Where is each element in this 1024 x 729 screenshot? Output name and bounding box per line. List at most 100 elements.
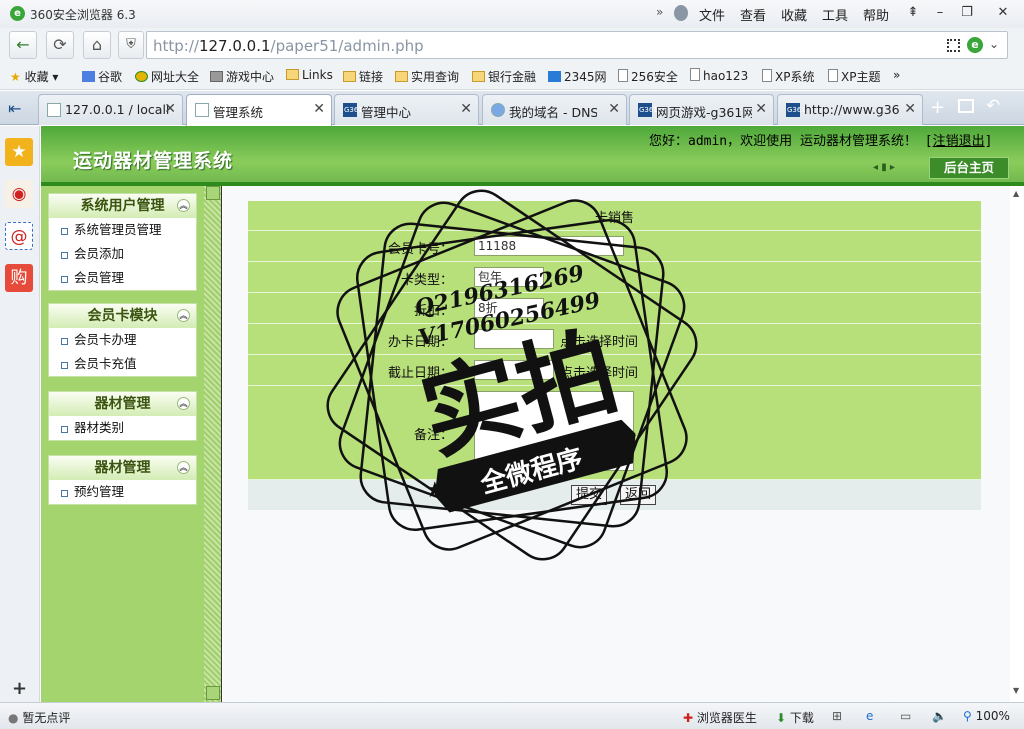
menu-view[interactable]: 查看 <box>740 5 766 24</box>
pin-window-button[interactable]: ⇞ <box>902 3 924 23</box>
mail-icon[interactable]: @ <box>5 222 33 250</box>
close-window-button[interactable]: ✕ <box>992 3 1014 23</box>
tab-web-game[interactable]: G361 网页游戏-g361网 ✕ <box>629 94 774 125</box>
discount-select[interactable]: 8折 <box>474 298 544 318</box>
bookmark-link-folder[interactable]: 链接 <box>343 68 383 85</box>
splitter-top-handle[interactable] <box>206 186 220 200</box>
logout-link[interactable]: 注销退出 <box>933 134 985 149</box>
back-button-form[interactable]: 返回 <box>620 485 657 505</box>
rating-status[interactable]: ● 暂无点评 <box>8 709 70 726</box>
menu-file[interactable]: 文件 <box>699 5 725 24</box>
card-type-select[interactable]: 包年 <box>474 267 544 287</box>
bookmark-256-safe[interactable]: 256安全 <box>618 68 678 85</box>
undo-close-icon[interactable]: ↶ <box>986 96 1000 116</box>
qr-code-icon[interactable] <box>947 39 960 52</box>
bookmark-game-center[interactable]: 游戏中心 <box>210 68 274 85</box>
tab-admin-system[interactable]: 管理系统 ✕ <box>186 94 332 126</box>
volume-icon[interactable]: 🔈 <box>932 709 947 723</box>
chevron-down-icon[interactable]: ⌄ <box>989 37 999 51</box>
bookmark-utility-search[interactable]: 实用查询 <box>395 68 459 85</box>
menu-favorites[interactable]: 收藏 <box>781 5 807 24</box>
menu-tools[interactable]: 工具 <box>822 5 848 24</box>
bookmark-google[interactable]: 谷歌 <box>82 68 122 85</box>
expire-date-input[interactable] <box>474 360 554 380</box>
collapse-icon[interactable]: ︽ <box>177 199 190 212</box>
window-icon[interactable]: ▭ <box>900 709 911 723</box>
tab-phpmyadmin[interactable]: 127.0.0.1 / locall ✕ <box>38 94 183 125</box>
nav-group-header[interactable]: 器材管理 ︽ <box>49 456 196 480</box>
issue-date-input[interactable] <box>474 329 554 349</box>
new-tab-icon[interactable]: + <box>930 97 945 118</box>
expire-date-hint[interactable]: 点击选择时间 <box>560 362 638 381</box>
ie-icon[interactable]: e <box>866 709 873 723</box>
collapse-icon[interactable]: ︽ <box>177 461 190 474</box>
bookmark-bank-finance[interactable]: 银行金融 <box>472 68 536 85</box>
star-icon[interactable]: ★ <box>5 138 33 166</box>
refresh-button[interactable]: ⟳ <box>46 31 74 59</box>
menu-help[interactable]: 帮助 <box>863 5 889 24</box>
nav-item-booking-management[interactable]: 预约管理 <box>49 480 196 504</box>
bookmarks-more-icon[interactable]: » <box>893 68 900 82</box>
weibo-icon[interactable]: ◉ <box>5 180 33 208</box>
download-button[interactable]: ⬇ 下载 <box>776 709 814 726</box>
nav-item-member-add[interactable]: 会员添加 <box>49 242 196 266</box>
bookmark-favorites[interactable]: ★ 收藏 ▾ <box>10 68 58 85</box>
close-tab-icon[interactable]: ✕ <box>608 101 620 117</box>
issue-date-hint[interactable]: 点击选择时间 <box>560 331 638 350</box>
bookmark-xp-theme[interactable]: XP主题 <box>828 68 880 85</box>
submit-button[interactable]: 提交 <box>571 485 608 505</box>
chevron-right-icon[interactable]: » <box>656 5 663 19</box>
tab-admin-center[interactable]: G361 管理中心 ✕ <box>334 94 479 125</box>
url-prefix: http:// <box>153 37 199 55</box>
bookmark-xp-system[interactable]: XP系统 <box>762 68 814 85</box>
nav-item-card-recharge[interactable]: 会员卡充值 <box>49 352 196 376</box>
collapse-icon[interactable]: ︽ <box>177 309 190 322</box>
close-tab-icon[interactable]: ✕ <box>313 101 325 117</box>
collapse-icon[interactable]: ︽ <box>177 397 190 410</box>
nav-group-header[interactable]: 会员卡模块 ︽ <box>49 304 196 328</box>
bookmark-2345[interactable]: 2345网 <box>548 68 607 85</box>
address-input[interactable]: http://127.0.0.1/paper51/admin.php e ⌄ <box>146 31 1008 59</box>
bookmark-label: 谷歌 <box>98 70 123 84</box>
bookmark-links[interactable]: Links <box>286 68 333 82</box>
user-avatar-icon[interactable] <box>674 5 688 21</box>
close-tab-icon[interactable]: ✕ <box>164 101 176 117</box>
bookmark-hao123[interactable]: hao123 <box>690 68 748 83</box>
frame-splitter[interactable] <box>204 186 222 702</box>
shopping-icon[interactable]: 购 <box>5 264 33 292</box>
bookmark-site-directory[interactable]: 网址大全 <box>135 68 199 85</box>
browser-doctor[interactable]: ✚ 浏览器医生 <box>683 709 757 726</box>
tab-g361-url[interactable]: G361 http://www.g361 ✕ <box>777 94 923 125</box>
zoom-control[interactable]: ⚲ 100% <box>963 709 1010 723</box>
restore-button[interactable]: ❐ <box>956 3 978 23</box>
menu-scroll-arrows[interactable]: ◂ ▮ ▸ <box>873 162 895 173</box>
scroll-up-icon[interactable]: ▲ <box>1013 189 1019 198</box>
nav-group-header[interactable]: 系统用户管理 ︽ <box>49 194 196 218</box>
tab-my-domain[interactable]: 我的域名 - DNSP ✕ <box>482 94 627 125</box>
scroll-down-icon[interactable]: ▼ <box>1013 686 1019 695</box>
close-tab-icon[interactable]: ✕ <box>460 101 472 117</box>
home-button[interactable]: ⌂ <box>83 31 111 59</box>
ie-mode-icon[interactable]: e <box>967 37 983 53</box>
splitter-bottom-handle[interactable] <box>206 686 220 700</box>
tab-list-icon[interactable] <box>958 99 974 113</box>
member-card-input[interactable]: 11188 <box>474 236 624 256</box>
backend-home-button[interactable]: 后台主页 <box>929 157 1009 179</box>
nav-group-header[interactable]: 器材管理 ︽ <box>49 392 196 416</box>
compat-mode-icon[interactable]: ⊞ <box>832 709 842 723</box>
remark-textarea[interactable] <box>474 391 634 471</box>
nav-item-member-management[interactable]: 会员管理 <box>49 266 196 290</box>
minimize-button[interactable]: – <box>929 3 951 23</box>
nav-item-card-issue[interactable]: 会员卡办理 <box>49 328 196 352</box>
sidebar-toggle-icon[interactable]: ⇤ <box>8 99 21 118</box>
bookmark-label: 收藏 <box>24 70 49 84</box>
add-sidebar-item-icon[interactable]: + <box>12 678 27 699</box>
close-tab-icon[interactable]: ✕ <box>904 101 916 117</box>
content-scrollbar[interactable]: ▲ ▼ <box>1010 186 1024 702</box>
nav-item-admin-management[interactable]: 系统管理员管理 <box>49 218 196 242</box>
back-button[interactable]: ← <box>9 31 37 59</box>
nav-group-title: 器材管理 <box>94 460 151 476</box>
nav-item-equipment-category[interactable]: 器材类别 <box>49 416 196 440</box>
shield-icon[interactable]: ⛨ <box>118 31 144 59</box>
close-tab-icon[interactable]: ✕ <box>755 101 767 117</box>
